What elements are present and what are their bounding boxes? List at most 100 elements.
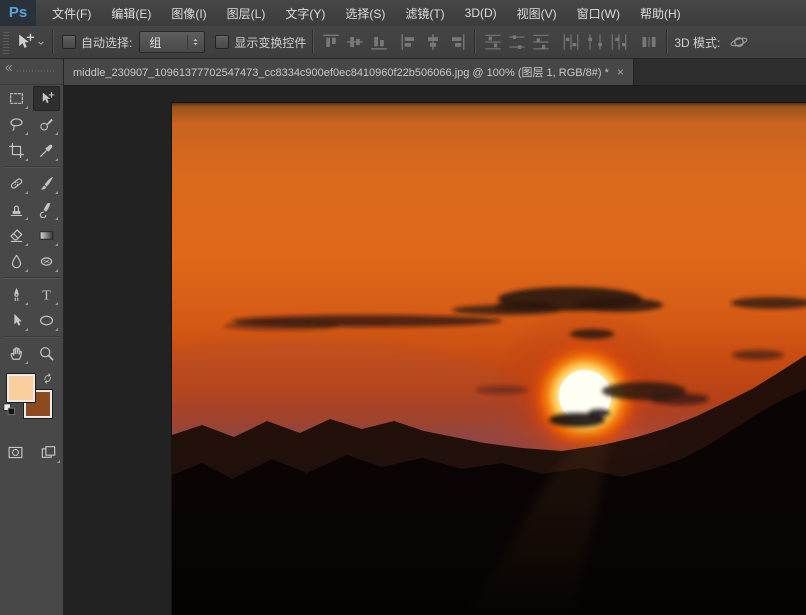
menu-item[interactable]: 文字(Y) — [275, 5, 335, 22]
distribute-vertical-centers-icon[interactable] — [506, 32, 528, 52]
menu-item[interactable]: 窗口(W) — [567, 5, 630, 22]
quick-selection-tool-button[interactable] — [33, 112, 60, 137]
eyedropper-tool-icon — [38, 142, 55, 159]
pen-tool-button[interactable] — [3, 282, 30, 307]
dodge-tool-button[interactable] — [33, 249, 60, 274]
gradient-tool-icon — [38, 227, 55, 244]
tool-separator — [3, 166, 60, 168]
show-transform-checkbox[interactable] — [215, 35, 229, 49]
document-tab-strip: middle_230907_10961377702547473_cc8334c9… — [64, 59, 806, 86]
auto-select-dropdown[interactable]: 组 — [139, 31, 205, 53]
move-tool-button[interactable] — [33, 86, 60, 111]
clone-stamp-tool-icon — [8, 201, 25, 218]
menu-item[interactable]: 帮助(H) — [630, 5, 691, 22]
distribute-left-edges-icon[interactable] — [560, 32, 582, 52]
tool-options-bar: 自动选择: 组 显示变换控件 3D 模式: — [0, 26, 806, 59]
auto-select-checkbox[interactable] — [62, 35, 76, 49]
history-brush-tool-button[interactable] — [33, 197, 60, 222]
path-selection-tool-icon — [8, 312, 25, 329]
hand-tool-icon — [8, 345, 25, 362]
sunset-photo-canvas[interactable] — [172, 103, 806, 615]
align-vertical-centers-icon[interactable] — [344, 32, 366, 52]
svg-text:T: T — [42, 287, 51, 302]
spot-healing-brush-tool-button[interactable] — [3, 171, 30, 196]
document-tab[interactable]: middle_230907_10961377702547473_cc8334c9… — [64, 59, 634, 85]
foreground-color-swatch[interactable] — [7, 374, 35, 402]
threed-mode-label: 3D 模式: — [674, 34, 720, 51]
history-brush-tool-icon — [38, 201, 55, 218]
default-colors-icon[interactable] — [3, 403, 16, 416]
swap-colors-icon[interactable] — [42, 372, 55, 385]
align-buttons-group-2 — [398, 32, 468, 52]
align-top-edges-icon[interactable] — [320, 32, 342, 52]
align-left-edges-icon[interactable] — [398, 32, 420, 52]
rectangular-marquee-tool-button[interactable] — [3, 86, 30, 111]
crop-tool-icon — [8, 142, 25, 159]
menu-item[interactable]: 选择(S) — [335, 5, 395, 22]
crop-tool-button[interactable] — [3, 138, 30, 163]
distribute-top-edges-icon[interactable] — [482, 32, 504, 52]
move-tool-icon — [13, 31, 35, 53]
color-swatches — [0, 372, 63, 430]
brush-tool-button[interactable] — [33, 171, 60, 196]
distribute-right-edges-icon[interactable] — [608, 32, 630, 52]
screen-mode-button[interactable] — [35, 440, 62, 465]
align-bottom-edges-icon[interactable] — [368, 32, 390, 52]
rectangular-marquee-tool-icon — [8, 90, 25, 107]
menu-item[interactable]: 图层(L) — [217, 5, 276, 22]
eraser-tool-icon — [8, 227, 25, 244]
menu-item[interactable]: 文件(F) — [42, 5, 101, 22]
eraser-tool-button[interactable] — [3, 223, 30, 248]
gradient-tool-button[interactable] — [33, 223, 60, 248]
zoom-tool-button[interactable] — [33, 341, 60, 366]
auto-select-label: 自动选择: — [81, 34, 132, 51]
distribute-horizontal-centers-icon[interactable] — [584, 32, 606, 52]
blur-tool-icon — [8, 253, 25, 270]
panel-grip-dots[interactable] — [17, 70, 55, 72]
zoom-tool-icon — [38, 345, 55, 362]
dropdown-caret-icon[interactable] — [36, 37, 46, 47]
clone-stamp-tool-button[interactable] — [3, 197, 30, 222]
align-buttons-group-1 — [320, 32, 390, 52]
type-tool-icon: T — [38, 286, 55, 303]
menu-item[interactable]: 视图(V) — [507, 5, 567, 22]
show-transform-label: 显示变换控件 — [234, 34, 306, 51]
brush-tool-icon — [38, 175, 55, 192]
menu-item[interactable]: 编辑(E) — [101, 5, 161, 22]
move-tool-icon — [38, 90, 55, 107]
3d-orbit-icon[interactable] — [728, 32, 750, 52]
work-area — [64, 86, 806, 615]
ellipse-shape-tool-icon — [38, 312, 55, 329]
screen-mode-icon — [40, 444, 57, 461]
ellipse-shape-tool-button[interactable] — [33, 308, 60, 333]
dodge-tool-icon — [38, 253, 55, 270]
eyedropper-tool-button[interactable] — [33, 138, 60, 163]
stepper-arrows-icon[interactable] — [187, 35, 201, 49]
menu-item[interactable]: 图像(I) — [161, 5, 216, 22]
tools-panel-header — [0, 59, 63, 85]
path-selection-tool-button[interactable] — [3, 308, 30, 333]
quick-mask-button[interactable] — [2, 440, 29, 465]
distribute-bottom-edges-icon[interactable] — [530, 32, 552, 52]
quick-selection-tool-icon — [38, 116, 55, 133]
collapse-panels-icon[interactable] — [1, 61, 15, 75]
separator — [312, 30, 314, 54]
distribute-buttons-group-1 — [482, 32, 552, 52]
sunset-photo — [172, 103, 806, 615]
tool-separator — [3, 277, 60, 279]
distribute-spacing-icon[interactable] — [638, 32, 660, 52]
align-right-edges-icon[interactable] — [446, 32, 468, 52]
blur-tool-button[interactable] — [3, 249, 30, 274]
hand-tool-button[interactable] — [3, 341, 30, 366]
menu-item[interactable]: 3D(D) — [455, 6, 507, 20]
options-bar-grip[interactable] — [3, 30, 9, 54]
photoshop-logo[interactable]: Ps — [0, 0, 36, 26]
menu-item[interactable]: 滤镜(T) — [395, 5, 454, 22]
lasso-tool-button[interactable] — [3, 112, 30, 137]
align-horizontal-centers-icon[interactable] — [422, 32, 444, 52]
spot-healing-brush-tool-icon — [8, 175, 25, 192]
menu-bar: Ps 文件(F)编辑(E)图像(I)图层(L)文字(Y)选择(S)滤镜(T)3D… — [0, 0, 806, 27]
separator — [52, 30, 54, 54]
tab-close-icon[interactable]: × — [617, 66, 624, 78]
type-tool-button[interactable]: T — [33, 282, 60, 307]
